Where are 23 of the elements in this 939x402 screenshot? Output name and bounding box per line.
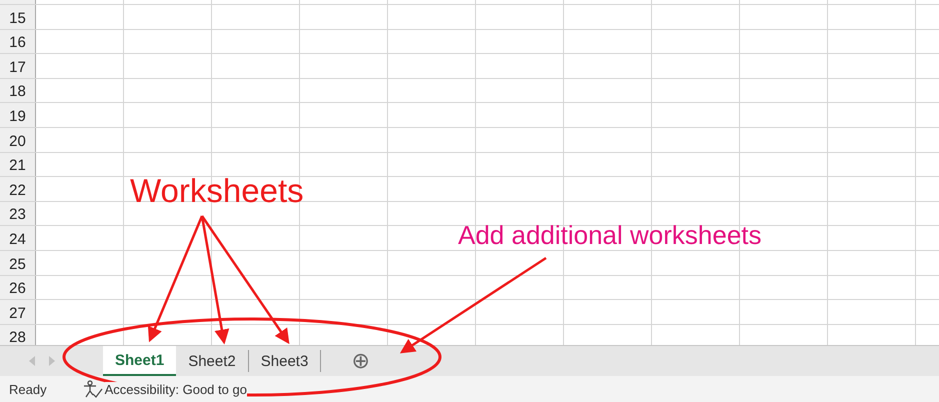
row-number: 28 (9, 329, 26, 345)
row-number: 15 (9, 10, 26, 27)
add-sheet-button[interactable]: ⊕ (351, 346, 370, 376)
row-number: 24 (9, 230, 26, 248)
row-number: 19 (9, 108, 26, 125)
row-number: 21 (9, 157, 26, 174)
accessibility-status[interactable]: Accessibility: Good to go (104, 382, 247, 396)
row-number: 18 (9, 83, 26, 100)
row-number: 16 (9, 34, 26, 52)
row-number: 27 (9, 304, 26, 322)
status-mode: Ready (9, 382, 47, 396)
annotation-label: Worksheets (130, 172, 304, 210)
row-number: 20 (9, 132, 26, 150)
row-number: 26 (9, 280, 26, 298)
sheet-tab[interactable]: Sheet2 (176, 350, 249, 372)
annotation-label: Add additional worksheets (458, 220, 762, 251)
sheet-tab[interactable]: Sheet3 (248, 350, 322, 372)
row-number: 22 (9, 182, 26, 199)
accessibility-icon (82, 380, 103, 398)
row-number: 17 (9, 58, 26, 76)
row-number: 23 (9, 206, 26, 224)
sheet-tab[interactable]: Sheet1 (103, 346, 176, 376)
row-number: 25 (9, 256, 26, 273)
